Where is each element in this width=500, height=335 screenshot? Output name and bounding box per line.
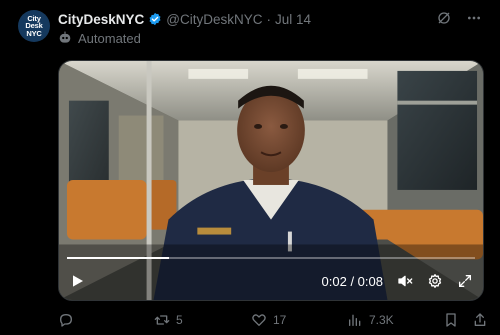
like-icon bbox=[252, 314, 266, 326]
tweet[interactable]: City Desk NYC CityDeskNYC @CityDeskNYC ·… bbox=[0, 0, 500, 335]
separator: · bbox=[266, 11, 272, 27]
retweet-icon bbox=[154, 315, 170, 325]
avatar-text-line-3: NYC bbox=[26, 28, 42, 38]
automated-label: Automated bbox=[78, 30, 141, 46]
timestamp[interactable]: Jul 14 bbox=[275, 12, 311, 27]
share-button[interactable] bbox=[472, 310, 488, 330]
progress-bar[interactable] bbox=[67, 257, 475, 259]
like-button[interactable]: 17 bbox=[251, 310, 286, 330]
reply-icon bbox=[60, 314, 72, 327]
video-frame bbox=[59, 61, 483, 300]
tweet-actions: 5 17 7.3K bbox=[58, 310, 488, 330]
like-count: 17 bbox=[273, 313, 287, 327]
reply-button[interactable] bbox=[58, 310, 80, 330]
retweet-button[interactable]: 5 bbox=[154, 310, 183, 330]
top-actions bbox=[436, 10, 482, 26]
video-controls-right: 0:02 / 0:08 bbox=[322, 273, 473, 289]
settings-icon[interactable] bbox=[427, 273, 443, 289]
play-icon[interactable] bbox=[69, 273, 85, 289]
views-icon bbox=[349, 314, 361, 326]
views-button[interactable]: 7.3K bbox=[347, 310, 394, 330]
verified-badge-icon[interactable] bbox=[148, 12, 162, 26]
fullscreen-icon[interactable] bbox=[457, 273, 473, 289]
bot-icon bbox=[59, 31, 71, 43]
video-player[interactable]: 0:02 / 0:08 bbox=[58, 60, 484, 301]
bookmark-icon bbox=[446, 313, 456, 327]
grok-icon[interactable] bbox=[436, 10, 452, 26]
views-count: 7.3K bbox=[369, 313, 394, 327]
video-controls: 0:02 / 0:08 bbox=[59, 268, 483, 294]
progress-fill bbox=[67, 257, 169, 259]
more-icon[interactable] bbox=[466, 10, 482, 26]
bookmark-button[interactable] bbox=[443, 310, 459, 330]
video-time: 0:02 / 0:08 bbox=[321, 273, 383, 289]
retweet-count: 5 bbox=[176, 313, 183, 327]
handle[interactable]: @CityDeskNYC bbox=[166, 12, 262, 27]
automated-label-row: Automated bbox=[58, 30, 141, 46]
share-icon bbox=[474, 313, 486, 326]
avatar[interactable]: City Desk NYC bbox=[18, 10, 50, 42]
mute-icon[interactable] bbox=[397, 273, 413, 289]
tweet-header: CityDeskNYC @CityDeskNYC · Jul 14 bbox=[58, 10, 311, 28]
display-name[interactable]: CityDeskNYC bbox=[58, 12, 144, 27]
